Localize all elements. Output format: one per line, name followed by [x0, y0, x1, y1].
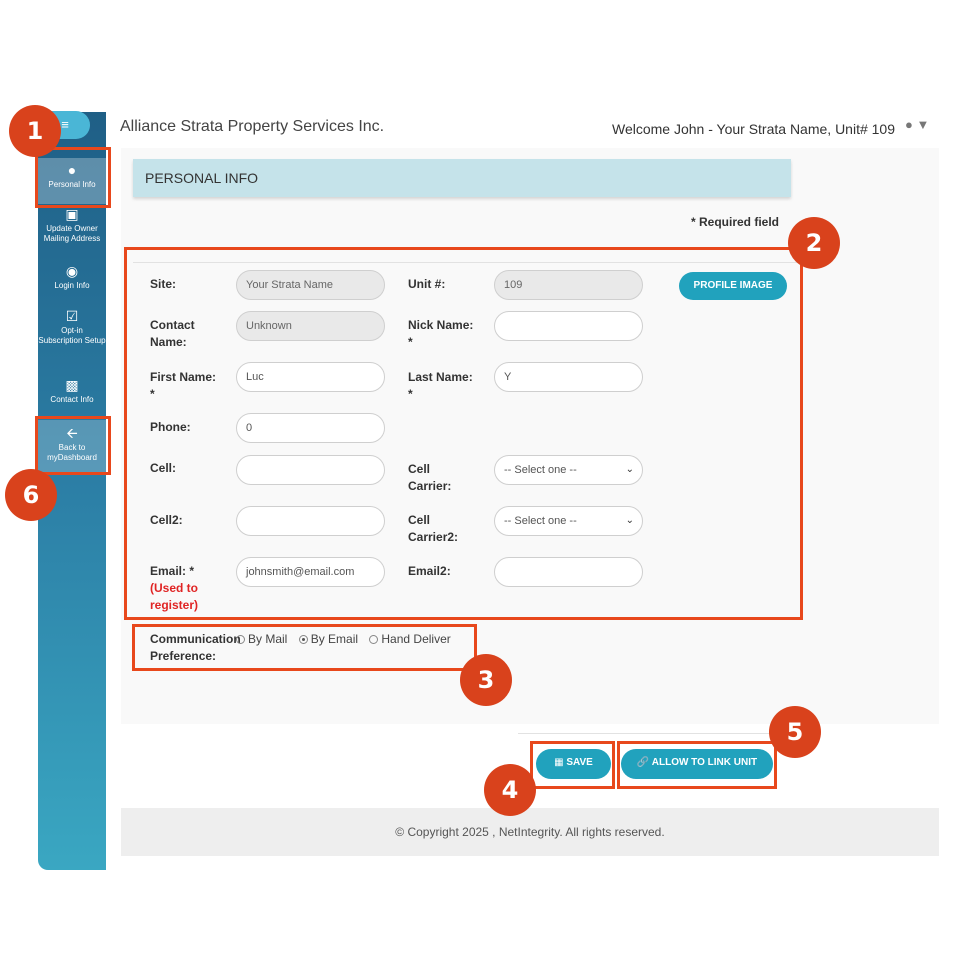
cell-carrier2-value: -- Select one --	[504, 515, 577, 527]
required-field-note: * Required field	[691, 215, 780, 229]
sidebar-item-label: Opt-in Subscription Setup	[38, 326, 106, 345]
email-input[interactable]: johnsmith@email.com	[236, 557, 385, 587]
required-asterisk: *	[408, 387, 413, 401]
menu-icon: ≡	[61, 117, 69, 132]
person-icon: ●	[67, 162, 77, 178]
chevron-down-icon: ⌄	[625, 515, 634, 526]
allow-link-button-label: ALLOW TO LINK UNIT	[651, 757, 758, 768]
save-button-label: SAVE	[566, 757, 593, 768]
radio-by-email[interactable]: By Email	[298, 632, 359, 646]
caret-down-icon: ▼	[916, 117, 930, 132]
arrow-left-icon: 🡨	[66, 425, 78, 441]
link-icon: 🔗	[636, 757, 650, 768]
cell-input[interactable]	[236, 455, 385, 485]
contact-name-label: Contact Name:	[150, 318, 195, 349]
radio-label: By Mail	[248, 632, 288, 646]
save-button[interactable]: ▦ SAVE	[536, 749, 611, 779]
communication-preference-label: Communication Preference:	[150, 632, 241, 663]
sidebar-item-personal-info[interactable]: ● Personal Info	[38, 158, 106, 204]
required-asterisk: *	[150, 387, 155, 401]
first-name-input[interactable]: Luc	[236, 362, 385, 392]
cell-carrier-select[interactable]: -- Select one -- ⌄	[494, 455, 643, 485]
callout-badge-2: 2	[788, 217, 840, 269]
callout-badge-6: 6	[5, 469, 57, 521]
welcome-text: Welcome John - Your Strata Name, Unit# 1…	[612, 121, 896, 137]
personal-info-form	[133, 262, 797, 614]
floppy-disk-icon: ▦	[554, 757, 564, 768]
user-menu[interactable]: ● ▼	[905, 117, 937, 137]
cell-carrier2-select[interactable]: -- Select one -- ⌄	[494, 506, 643, 536]
unit-field: 109	[494, 270, 643, 300]
unit-label: Unit #:	[408, 277, 446, 291]
sidebar-item-opt-in-subscription-setup[interactable]: ☑ Opt-in Subscription Setup	[38, 309, 106, 363]
checkbox-icon: ☑	[65, 308, 79, 324]
sidebar-item-back-to-mydashboard[interactable]: 🡨 Back to myDashboard	[38, 420, 106, 472]
app-title: Alliance Strata Property Services Inc.	[120, 118, 385, 135]
radio-label: By Email	[310, 632, 359, 646]
sidebar-item-label: Contact Info	[50, 395, 94, 404]
sidebar-item-label: Update Owner Mailing Address	[43, 224, 101, 243]
sidebar-item-contact-info[interactable]: ▩ Contact Info	[38, 378, 106, 410]
radio-selected-icon	[298, 635, 308, 644]
chevron-down-icon: ⌄	[625, 464, 634, 475]
email-label: Email: * (Used to register)	[150, 563, 220, 614]
callout-badge-1: 1	[9, 105, 61, 157]
nick-name-label-text: Nick Name:	[408, 318, 474, 332]
radio-label: Hand Deliver	[381, 632, 451, 646]
callout-badge-3: 3	[460, 654, 512, 706]
footer-copyright: © Copyright 2025 , NetIntegrity. All rig…	[121, 808, 939, 856]
communication-preference-group: By Mail By Email Hand Deliver	[236, 632, 459, 646]
email-note: (Used to register)	[150, 581, 199, 612]
divider	[518, 733, 778, 734]
sidebar-item-label: Personal Info	[48, 180, 96, 189]
site-label: Site:	[150, 277, 177, 291]
nick-name-input[interactable]	[494, 311, 643, 341]
radio-icon	[369, 635, 379, 644]
cell-label: Cell:	[150, 461, 177, 475]
cell2-label: Cell2:	[150, 513, 183, 527]
nick-name-label: Nick Name: *	[408, 317, 473, 351]
section-title: PERSONAL INFO	[133, 159, 791, 197]
email2-input[interactable]	[494, 557, 643, 587]
last-name-label: Last Name: *	[408, 369, 473, 403]
callout-badge-4: 4	[484, 764, 536, 816]
last-name-input[interactable]: Y	[494, 362, 643, 392]
user-icon: ●	[905, 117, 913, 132]
sidebar-item-label: Login Info	[54, 281, 90, 290]
first-name-label: First Name: *	[150, 369, 216, 403]
email-label-text: Email: *	[150, 564, 195, 578]
last-name-label-text: Last Name:	[408, 370, 473, 384]
radio-hand-deliver[interactable]: Hand Deliver	[369, 632, 451, 646]
user-circle-icon: ◉	[65, 263, 79, 279]
allow-to-link-unit-button[interactable]: 🔗 ALLOW TO LINK UNIT	[621, 749, 773, 779]
first-name-label-text: First Name:	[150, 370, 217, 384]
sidebar-item-login-info[interactable]: ◉ Login Info	[38, 264, 106, 296]
radio-icon	[236, 635, 245, 644]
callout-badge-5: 5	[769, 706, 821, 758]
sidebar-item-update-owner-mailing-address[interactable]: ▣ Update Owner Mailing Address	[38, 207, 106, 251]
cell2-input[interactable]	[236, 506, 385, 536]
site-field: Your Strata Name	[236, 270, 385, 300]
cell-carrier2-label: Cell Carrier2:	[408, 513, 459, 544]
email2-label: Email2:	[408, 564, 451, 578]
contact-card-icon: ▩	[65, 377, 79, 393]
cell-carrier-label: Cell Carrier:	[408, 462, 452, 493]
id-badge-icon: ▣	[65, 206, 79, 222]
required-asterisk: *	[408, 335, 413, 349]
contact-name-field: Unknown	[236, 311, 385, 341]
phone-label: Phone:	[150, 420, 191, 434]
cell-carrier-value: -- Select one --	[504, 464, 577, 476]
radio-by-mail[interactable]: By Mail	[236, 632, 287, 646]
profile-image-button[interactable]: PROFILE IMAGE	[679, 272, 787, 300]
phone-input[interactable]: 0	[236, 413, 385, 443]
sidebar-item-label: Back to myDashboard	[47, 443, 97, 462]
